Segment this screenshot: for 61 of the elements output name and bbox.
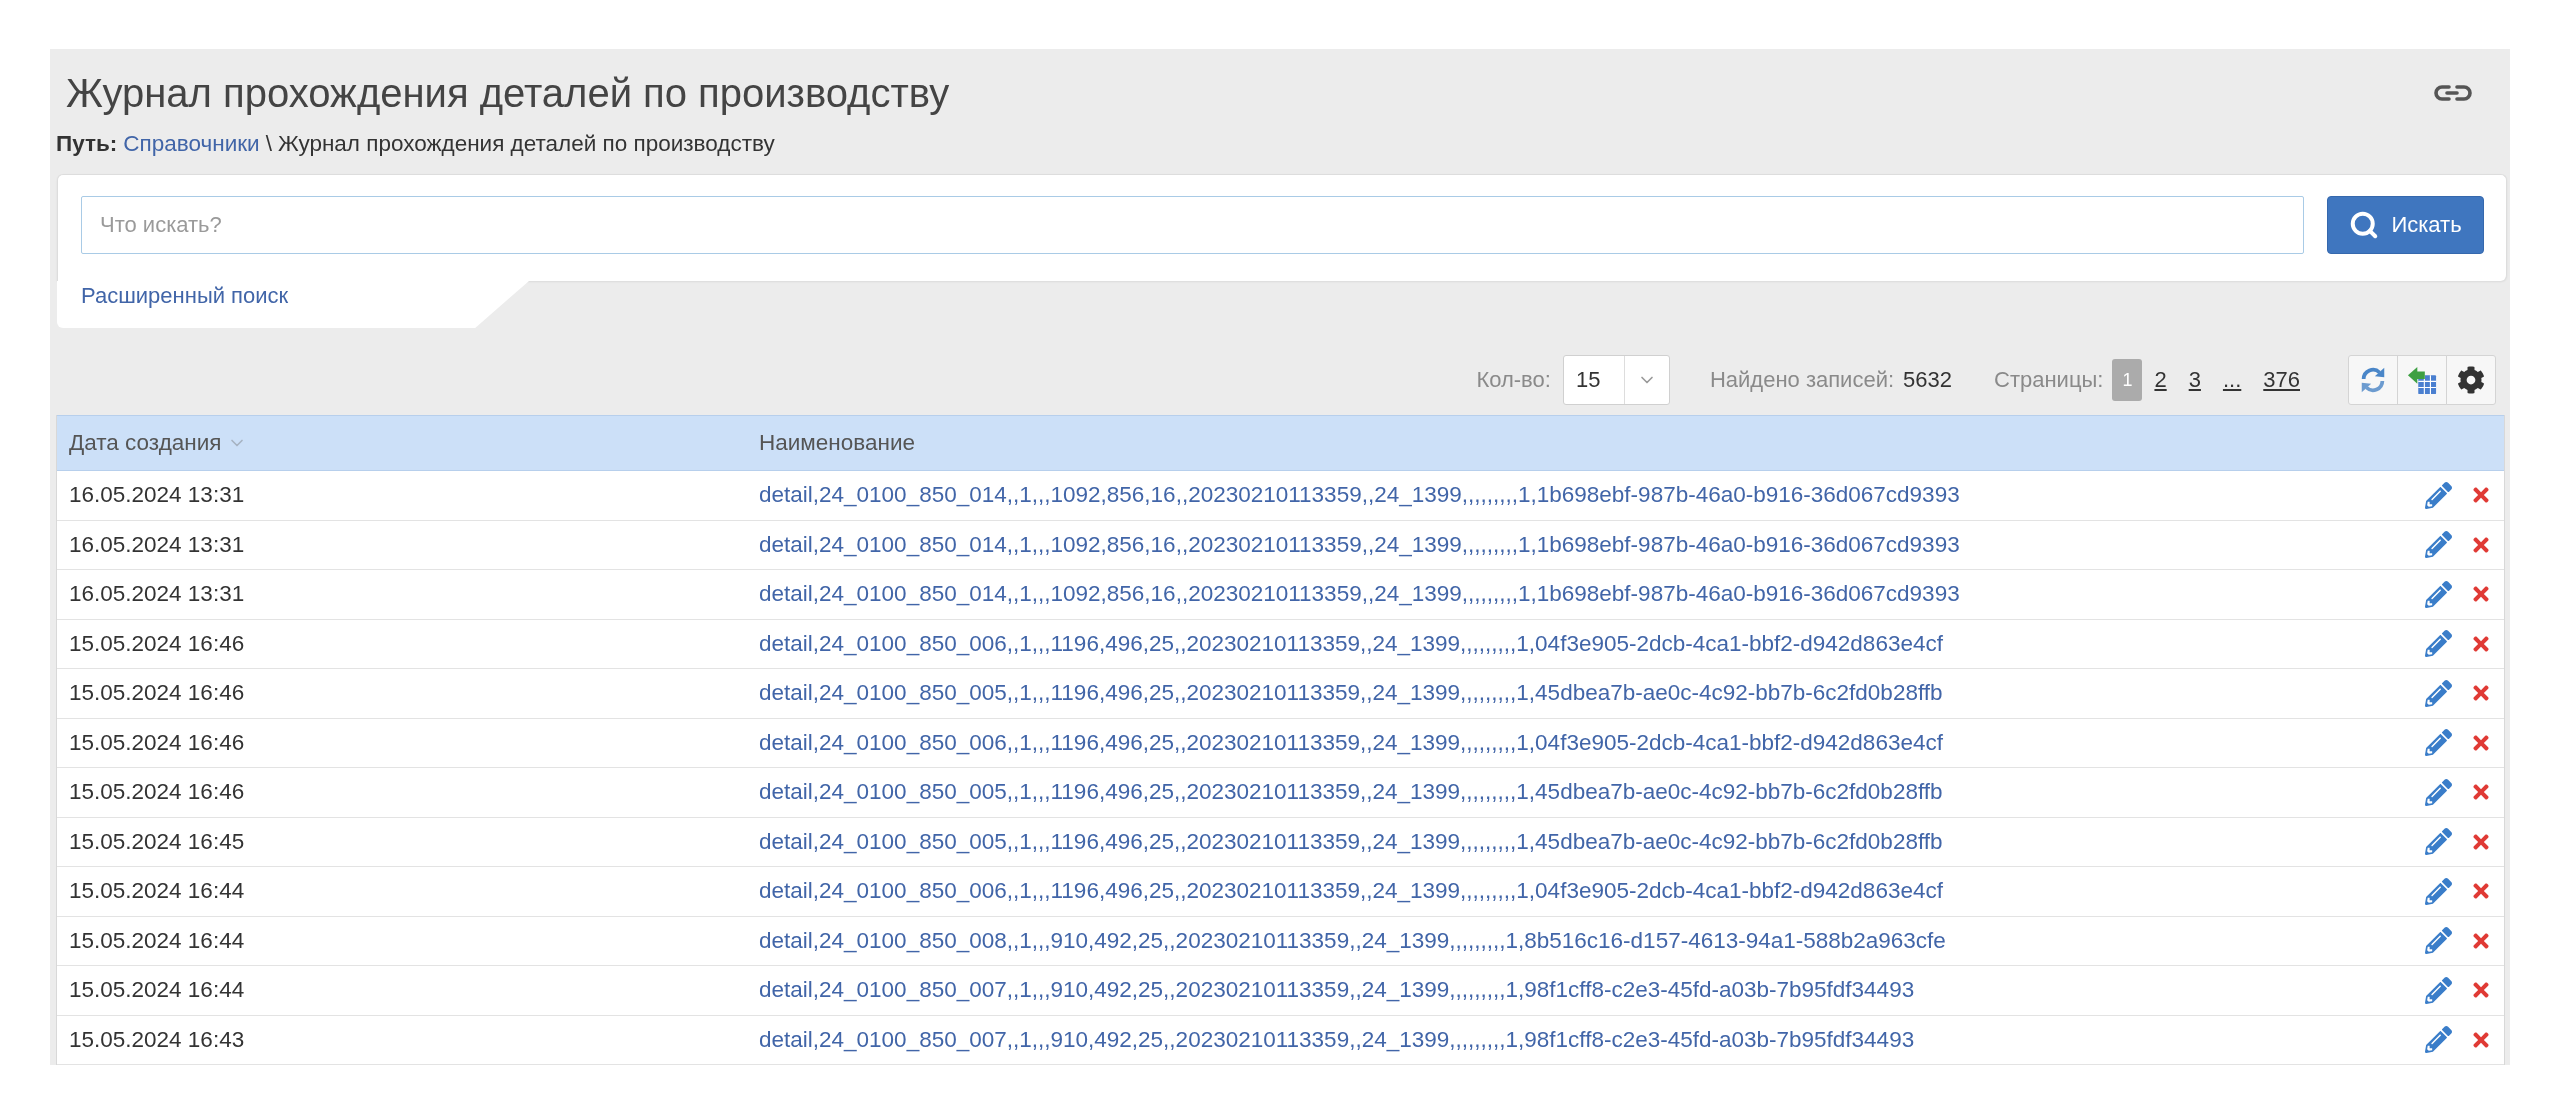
- column-header: Наименование: [759, 430, 915, 456]
- pencil-icon[interactable]: [2425, 1026, 2452, 1054]
- created-date: 16.05.2024 13:31: [69, 581, 245, 608]
- record-name-link[interactable]: detail,24_0100_850_007,,1,,,910,492,25,,20230210113359,,24_1399,,,,,,,,,1,98f1cff8-c2e3-45fd-a03b-7b95fdf34493: [759, 1026, 1915, 1053]
- spreadsheet-icon: [2407, 365, 2437, 395]
- created-date: 15.05.2024 16:46: [69, 779, 245, 806]
- page-link[interactable]: 376: [2253, 359, 2310, 401]
- record-name-link[interactable]: detail,24_0100_850_008,,1,,,910,492,25,,20230210113359,,24_1399,,,,,,,,,1,8b516c16-d157-4613-94a1-588b2a963cfe: [759, 927, 1946, 954]
- record-name-link[interactable]: detail,24_0100_850_014,,1,,,1092,856,16,,20230210113359,,24_1399,,,,,,,,,1,1b698ebf-987b-46a0-b916-36d067cd9393: [759, 482, 1960, 509]
- found-label: Найдено записей:: [1709, 367, 1895, 393]
- page-size-label: Кол-во:: [1476, 367, 1551, 393]
- pencil-icon[interactable]: [2425, 630, 2452, 658]
- pencil-icon[interactable]: [2425, 580, 2452, 608]
- search-icon: [2349, 210, 2380, 240]
- created-date: 16.05.2024 13:31: [69, 482, 245, 509]
- record-name-link[interactable]: detail,24_0100_850_014,,1,,,1092,856,16,,20230210113359,,24_1399,,,,,,,,,1,1b698ebf-987b-46a0-b916-36d067cd9393: [759, 581, 1960, 608]
- record-name-link[interactable]: detail,24_0100_850_007,,1,,,910,492,25,,20230210113359,,24_1399,,,,,,,,,1,98f1cff8-c2e3-45fd-a03b-7b95fdf34493: [759, 977, 1915, 1004]
- created-date: 16.05.2024 13:31: [69, 531, 245, 558]
- record-name-link[interactable]: detail,24_0100_850_006,,1,,,1196,496,25,,20230210113359,,24_1399,,,,,,,,,1,04f3e905-2dcb-4ca1-bbf2-d942d863e4cf: [759, 729, 1943, 756]
- settings-icon: [2457, 366, 2485, 394]
- refresh-button[interactable]: [2348, 355, 2398, 405]
- page-size-select[interactable]: 15: [1562, 355, 1670, 405]
- breadcrumb-link[interactable]: Справочники: [123, 131, 260, 157]
- record-name-link[interactable]: detail,24_0100_850_005,,1,,,1196,496,25,,20230210113359,,24_1399,,,,,,,,,1,45dbea7b-ae0c-4c92-bb7b-6c2fd0b28ffb: [759, 680, 1943, 707]
- page-link[interactable]: ...: [2212, 359, 2252, 401]
- pencil-icon[interactable]: [2425, 481, 2452, 509]
- pencil-icon[interactable]: [2425, 778, 2452, 806]
- record-name-link[interactable]: detail,24_0100_850_006,,1,,,1196,496,25,,20230210113359,,24_1399,,,,,,,,,1,04f3e905-2dcb-4ca1-bbf2-d942d863e4cf: [759, 878, 1943, 905]
- settings-button[interactable]: [2446, 355, 2496, 405]
- created-date: 15.05.2024 16:46: [69, 729, 245, 756]
- pencil-icon[interactable]: [2425, 531, 2452, 559]
- search-button[interactable]: Искать: [2327, 196, 2484, 254]
- pencil-icon[interactable]: [2425, 877, 2452, 905]
- record-name-link[interactable]: detail,24_0100_850_005,,1,,,1196,496,25,,20230210113359,,24_1399,,,,,,,,,1,45dbea7b-ae0c-4c92-bb7b-6c2fd0b28ffb: [759, 779, 1943, 806]
- created-date: 15.05.2024 16:46: [69, 630, 245, 657]
- page-title: Журнал прохождения деталей по производству: [66, 70, 950, 117]
- column-header[interactable]: Дата создания: [69, 430, 248, 456]
- export-button[interactable]: [2397, 355, 2447, 405]
- page-link[interactable]: 3: [2178, 359, 2211, 401]
- created-date: 15.05.2024 16:46: [69, 680, 245, 707]
- breadcrumb-current: Журнал прохождения деталей по производству: [277, 131, 775, 157]
- record-name-link[interactable]: detail,24_0100_850_006,,1,,,1196,496,25,,20230210113359,,24_1399,,,,,,,,,1,04f3e905-2dcb-4ca1-bbf2-d942d863e4cf: [759, 630, 1943, 657]
- pencil-icon[interactable]: [2425, 729, 2452, 757]
- created-date: 15.05.2024 16:44: [69, 927, 245, 954]
- created-date: 15.05.2024 16:45: [69, 828, 245, 855]
- pencil-icon[interactable]: [2425, 976, 2452, 1004]
- record-name-link[interactable]: detail,24_0100_850_014,,1,,,1092,856,16,,20230210113359,,24_1399,,,,,,,,,1,1b698ebf-987b-46a0-b916-36d067cd9393: [759, 531, 1960, 558]
- found-count: 5632: [1903, 367, 1952, 393]
- pencil-icon[interactable]: [2425, 927, 2452, 955]
- created-date: 15.05.2024 16:43: [69, 1026, 245, 1053]
- search-field[interactable]: Что искать?: [81, 196, 2304, 254]
- advanced-search-tab[interactable]: Расширенный поиск: [57, 281, 529, 328]
- record-name-link[interactable]: detail,24_0100_850_005,,1,,,1196,496,25,,20230210113359,,24_1399,,,,,,,,,1,45dbea7b-ae0c-4c92-bb7b-6c2fd0b28ffb: [759, 828, 1943, 855]
- pencil-icon[interactable]: [2425, 828, 2452, 856]
- created-date: 15.05.2024 16:44: [69, 878, 245, 905]
- breadcrumb-label: Путь:: [56, 131, 118, 157]
- pencil-icon[interactable]: [2425, 679, 2452, 707]
- breadcrumb-separator: \: [265, 131, 272, 157]
- pages-label: Страницы:: [1994, 367, 2104, 393]
- created-date: 15.05.2024 16:44: [69, 977, 245, 1004]
- page-link[interactable]: 2: [2144, 359, 2177, 401]
